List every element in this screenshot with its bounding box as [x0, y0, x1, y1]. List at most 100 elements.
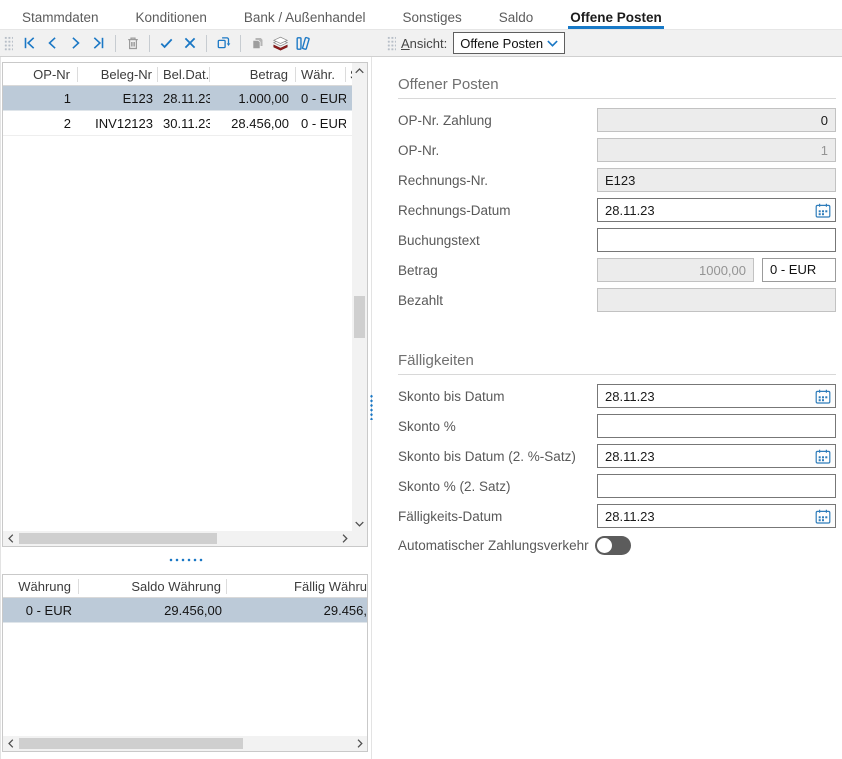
tab-offene-posten[interactable]: Offene Posten: [568, 5, 664, 29]
transfer-button[interactable]: [212, 31, 235, 55]
scroll-left-arrow[interactable]: [3, 736, 18, 751]
saldo-table: Währung Saldo Währung Fällig Währu 0 - E…: [3, 575, 367, 736]
tab-sonstiges[interactable]: Sonstiges: [400, 5, 463, 29]
col-saldo-waehrung[interactable]: Saldo Währung: [79, 579, 227, 594]
scrollbar-thumb[interactable]: [19, 738, 243, 749]
scroll-down-arrow[interactable]: [352, 516, 367, 531]
last-record-button[interactable]: [87, 31, 110, 55]
op-nr-field[interactable]: [597, 138, 836, 162]
currency-select[interactable]: 0 - EUR: [762, 258, 836, 282]
check-icon: [158, 35, 175, 51]
toolbar-separator: [115, 35, 116, 52]
table-row[interactable]: 1 E123 28.11.23 1.000,00 0 - EUR: [3, 86, 352, 111]
offene-posten-window: Stammdaten Konditionen Bank / Außenhande…: [0, 0, 842, 759]
report-button[interactable]: [269, 31, 292, 55]
scroll-right-arrow[interactable]: [337, 531, 352, 546]
auto-zahlungsverkehr-toggle[interactable]: [595, 536, 631, 555]
skonto-bis-datum-2-field[interactable]: [597, 444, 836, 468]
rechnungs-datum-field[interactable]: [597, 198, 836, 222]
col-waehrung[interactable]: Währung: [3, 579, 79, 594]
scrollbar-thumb[interactable]: [19, 533, 217, 544]
tab-saldo[interactable]: Saldo: [497, 5, 536, 29]
scrollbar-thumb[interactable]: [354, 296, 365, 338]
skonto-bis-datum-field[interactable]: [597, 384, 836, 408]
field-label: Rechnungs-Datum: [398, 203, 597, 218]
next-record-icon: [67, 35, 84, 51]
journal-button[interactable]: [292, 31, 315, 55]
scroll-left-arrow[interactable]: [3, 531, 18, 546]
calendar-icon: [814, 448, 832, 465]
betrag-field[interactable]: [597, 258, 754, 282]
previous-record-icon: [44, 35, 61, 51]
buchungstext-field[interactable]: [597, 228, 836, 252]
horizontal-splitter-handle[interactable]: [168, 558, 204, 562]
delete-button[interactable]: [121, 31, 144, 55]
confirm-button[interactable]: [155, 31, 178, 55]
col-beleg-nr[interactable]: Beleg-Nr: [78, 67, 158, 82]
scrollbar-corner: [352, 531, 367, 546]
vertical-scrollbar[interactable]: [352, 63, 367, 531]
previous-record-button[interactable]: [41, 31, 64, 55]
col-faellig-waehrung[interactable]: Fällig Währu: [227, 579, 367, 594]
first-record-button[interactable]: [18, 31, 41, 55]
op-nr-zahlung-field[interactable]: [597, 108, 836, 132]
scroll-up-arrow[interactable]: [352, 63, 367, 78]
date-picker-button[interactable]: [810, 385, 835, 407]
date-picker-button[interactable]: [810, 505, 835, 527]
table-row[interactable]: 0 - EUR 29.456,00 29.456,: [3, 598, 367, 623]
toolbar-separator: [206, 35, 207, 52]
col-betrag[interactable]: Betrag: [210, 67, 296, 82]
field-label: OP-Nr.: [398, 143, 597, 158]
col-bel-dat[interactable]: Bel.Dat.: [158, 67, 210, 82]
faelligkeits-datum-field[interactable]: [597, 504, 836, 528]
view-select[interactable]: Offene Posten: [453, 32, 565, 54]
scroll-right-arrow[interactable]: [352, 736, 367, 751]
ansicht-label: Ansicht:: [401, 36, 447, 51]
copy-icon: [249, 35, 266, 51]
tab-stammdaten[interactable]: Stammdaten: [20, 5, 101, 29]
section-title-offener-posten: Offener Posten: [398, 57, 836, 93]
cell-bel-dat: 30.11.23: [158, 116, 210, 131]
section-title-faelligkeiten: Fälligkeiten: [398, 318, 836, 369]
toggle-knob: [597, 538, 612, 553]
col-waehr[interactable]: Währ.: [296, 67, 346, 82]
ansicht-drag-handle[interactable]: [387, 36, 396, 51]
skonto-prozent-2-field[interactable]: [597, 474, 836, 498]
cell-waehr: 0 - EUR: [296, 116, 346, 131]
rechnungs-nr-field[interactable]: [597, 168, 836, 192]
cancel-button[interactable]: [178, 31, 201, 55]
table-row[interactable]: 2 INV12123 30.11.23 28.456,00 0 - EUR: [3, 111, 352, 136]
view-select-value: Offene Posten: [460, 36, 543, 51]
col-op-nr[interactable]: OP-Nr: [3, 67, 78, 82]
toolbar-drag-handle[interactable]: [4, 36, 13, 51]
field-label: Skonto bis Datum (2. %-Satz): [398, 449, 597, 464]
section-rule: [398, 374, 836, 375]
date-picker-button[interactable]: [810, 445, 835, 467]
vertical-splitter-handle[interactable]: [369, 394, 374, 420]
tab-konditionen[interactable]: Konditionen: [134, 5, 209, 29]
cell-saldo: 29.456,00: [79, 603, 227, 618]
skonto-prozent-field[interactable]: [597, 414, 836, 438]
horizontal-scrollbar[interactable]: [3, 531, 352, 546]
cell-waehr: 0 - EUR: [296, 91, 346, 106]
cell-waehrung: 0 - EUR: [3, 603, 79, 618]
field-label: Skonto %: [398, 419, 597, 434]
field-label: Buchungstext: [398, 233, 597, 248]
date-picker-button[interactable]: [810, 199, 835, 221]
field-label: Rechnungs-Nr.: [398, 173, 597, 188]
section-rule: [398, 98, 836, 99]
horizontal-scrollbar[interactable]: [3, 736, 367, 751]
copy-button[interactable]: [246, 31, 269, 55]
next-record-button[interactable]: [64, 31, 87, 55]
report-stack-icon: [271, 35, 290, 52]
bezahlt-field[interactable]: [597, 288, 836, 312]
toolbar-separator: [149, 35, 150, 52]
x-icon: [182, 35, 198, 51]
field-label: OP-Nr. Zahlung: [398, 113, 597, 128]
cell-bel-dat: 28.11.23: [158, 91, 210, 106]
cell-beleg-nr: E123: [78, 91, 158, 106]
first-record-icon: [21, 35, 38, 51]
field-label: Skonto % (2. Satz): [398, 479, 597, 494]
calendar-icon: [814, 202, 832, 219]
tab-bank-aussenhandel[interactable]: Bank / Außenhandel: [242, 5, 368, 29]
